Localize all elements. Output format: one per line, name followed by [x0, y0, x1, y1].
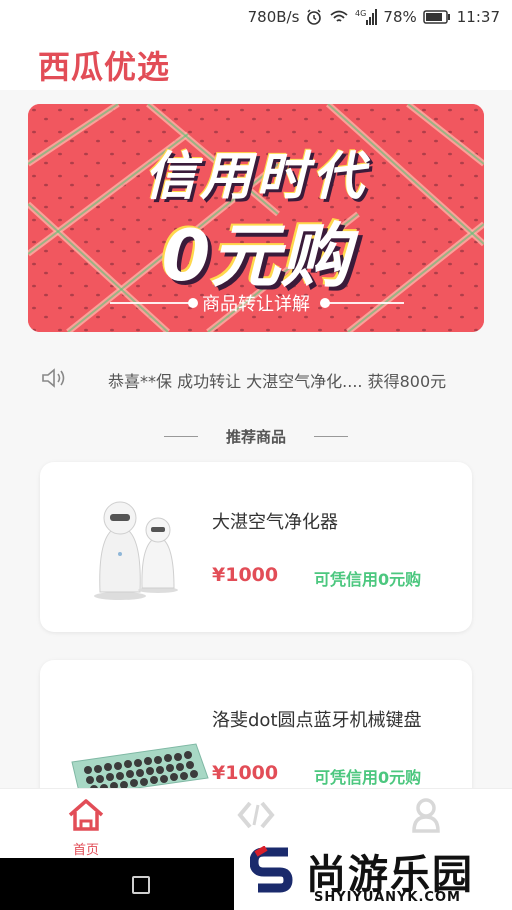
recents-button[interactable] [132, 876, 150, 894]
promo-banner[interactable]: 信用时代 0元购 商品转让详解 [28, 104, 484, 332]
watermark-logo-icon [250, 846, 293, 893]
notice-bar: 恭喜**保 成功转让 大湛空气净化.... 获得800元 [0, 360, 512, 396]
watermark-url: SHYIYUANYK.COM [314, 890, 461, 905]
product-name: 洛斐dot圆点蓝牙机械键盘 [212, 710, 422, 731]
svg-text:4G: 4G [355, 9, 366, 18]
transfer-icon [236, 795, 276, 839]
home-icon [66, 795, 106, 839]
product-image-air-purifier [94, 501, 178, 600]
product-tag: 可凭信用0元购 [314, 570, 422, 589]
product-card[interactable]: 大湛空气净化器 ¥1000 可凭信用0元购 [40, 462, 472, 632]
product-name: 大湛空气净化器 [212, 512, 338, 533]
user-icon [406, 795, 446, 839]
section-title: 推荐商品 [225, 428, 286, 446]
product-price: ¥1000 [212, 564, 279, 586]
app-title: 西瓜优选 [38, 48, 171, 86]
tab-home[interactable]: 首页 [36, 789, 136, 859]
app-header: 西瓜优选 [0, 34, 512, 90]
network-speed: 780B/s [247, 8, 300, 26]
status-time: 11:37 [456, 8, 500, 26]
divider [314, 436, 348, 437]
banner-link[interactable]: 商品转让详解 [28, 290, 484, 316]
status-bar: 780B/s 4G 78% 11:37 [0, 0, 512, 34]
banner-subheadline: 0元购 [161, 215, 351, 297]
notice-text: 恭喜**保 成功转让 大湛空气净化.... 获得800元 [108, 372, 447, 391]
wifi-icon [329, 9, 349, 25]
speaker-icon [40, 366, 68, 394]
app-screen: 780B/s 4G 78% 11:37 西瓜优选 信用时代 0元购 商品转让详解… [0, 0, 512, 910]
tab-home-label: 首页 [72, 843, 99, 858]
signal-icon: 4G [355, 8, 378, 26]
alarm-icon [305, 8, 323, 26]
banner-headline: 信用时代 [143, 147, 368, 207]
product-tag: 可凭信用0元购 [314, 768, 422, 787]
battery-icon [423, 10, 451, 24]
battery-level: 78% [383, 8, 417, 26]
product-image-keyboard [71, 743, 209, 797]
product-price: ¥1000 [212, 762, 279, 784]
